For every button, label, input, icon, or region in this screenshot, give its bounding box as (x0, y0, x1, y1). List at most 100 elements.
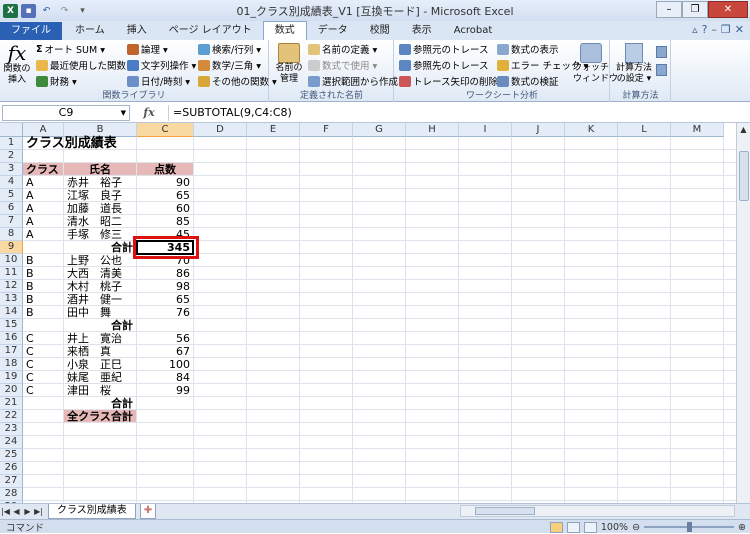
save-icon[interactable]: ▪ (21, 3, 36, 18)
cell-c6[interactable]: 60 (137, 202, 193, 215)
cell-c3[interactable]: 点数 (137, 163, 193, 176)
next-sheet-icon[interactable]: ▶ (22, 507, 33, 516)
cell-b18[interactable]: 小泉 正巳 (64, 358, 136, 371)
row-header-28[interactable]: 28 (0, 488, 23, 501)
cell-b16[interactable]: 井上 寛治 (64, 332, 136, 345)
customize-icon[interactable]: ▾ (75, 4, 90, 18)
cell-b10[interactable]: 上野 公也 (64, 254, 136, 267)
row-header-3[interactable]: 3 (0, 163, 23, 176)
cell-b11[interactable]: 大西 清美 (64, 267, 136, 280)
row-header-9[interactable]: 9 (0, 241, 23, 254)
cell-a7[interactable]: A (23, 215, 63, 228)
cell-a11[interactable]: B (23, 267, 63, 280)
row-header-5[interactable]: 5 (0, 189, 23, 202)
trace-dependents-button[interactable]: 参照先のトレース (399, 58, 489, 72)
row-header-7[interactable]: 7 (0, 215, 23, 228)
undo-icon[interactable]: ↶ (39, 4, 54, 18)
create-from-selection-button[interactable]: 選択範囲から作成 (308, 74, 398, 88)
cell-b17[interactable]: 来栖 真 (64, 345, 136, 358)
row-header-15[interactable]: 15 (0, 319, 23, 332)
row-header-12[interactable]: 12 (0, 280, 23, 293)
select-all-corner[interactable] (0, 123, 23, 137)
row-header-21[interactable]: 21 (0, 397, 23, 410)
cell-a20[interactable]: C (23, 384, 63, 397)
minimize-button[interactable]: – (656, 1, 682, 18)
column-header-f[interactable]: F (300, 123, 353, 137)
cell-c11[interactable]: 86 (137, 267, 193, 280)
cell-c5[interactable]: 65 (137, 189, 193, 202)
cell-c18[interactable]: 100 (137, 358, 193, 371)
tab-review[interactable]: 校閲 (359, 22, 401, 40)
cell-c12[interactable]: 98 (137, 280, 193, 293)
workbook-restore-icon[interactable]: ❐ (721, 23, 731, 36)
cell-b9[interactable]: 合計 (64, 241, 136, 254)
cell-a18[interactable]: C (23, 358, 63, 371)
tab-view[interactable]: 表示 (401, 22, 443, 40)
watch-window-button[interactable]: ウォッチ ウィンドウ (573, 42, 618, 85)
cell-a16[interactable]: C (23, 332, 63, 345)
calculation-options-button[interactable]: 計算方法 の設定 ▾ (614, 42, 654, 85)
prev-sheet-icon[interactable]: ◀ (11, 507, 22, 516)
formula-input[interactable]: =SUBTOTAL(9,C4:C8) (168, 104, 750, 121)
zoom-slider[interactable] (644, 522, 735, 532)
row-header-20[interactable]: 20 (0, 384, 23, 397)
cell-a8[interactable]: A (23, 228, 63, 241)
close-button[interactable]: ✕ (708, 1, 748, 18)
restore-button[interactable]: ❐ (682, 1, 708, 18)
tab-file[interactable]: ファイル (0, 22, 62, 40)
worksheet-grid[interactable]: A B C D E F G H I J K L M 1 2 3 4 5 6 7 8 9 10 11 12 13 14 15 16 17 18… (0, 123, 736, 503)
cell-a12[interactable]: B (23, 280, 63, 293)
cell-c4[interactable]: 90 (137, 176, 193, 189)
lookup-button[interactable]: 検索/行列 ▾ (198, 42, 261, 56)
last-sheet-icon[interactable]: ▶| (33, 507, 44, 516)
vertical-scrollbar[interactable]: ▲ (736, 123, 750, 503)
cell-c16[interactable]: 56 (137, 332, 193, 345)
row-header-22[interactable]: 22 (0, 410, 23, 423)
cell-b14[interactable]: 田中 舞 (64, 306, 136, 319)
row-header-1[interactable]: 1 (0, 137, 23, 150)
tab-page-layout[interactable]: ページ レイアウト (158, 22, 263, 40)
cell-b21[interactable]: 合計 (64, 397, 136, 410)
tab-formulas[interactable]: 数式 (262, 21, 307, 40)
text-functions-button[interactable]: 文字列操作 ▾ (127, 58, 196, 72)
column-header-k[interactable]: K (565, 123, 618, 137)
column-header-a[interactable]: A (23, 123, 64, 137)
row-header-23[interactable]: 23 (0, 423, 23, 436)
column-header-j[interactable]: J (512, 123, 565, 137)
cell-b5[interactable]: 江塚 良子 (64, 189, 136, 202)
tab-acrobat[interactable]: Acrobat (443, 22, 504, 40)
use-in-formula-button[interactable]: 数式で使用 ▾ (308, 58, 377, 72)
financial-button[interactable]: 財務 ▾ (36, 74, 77, 88)
math-trig-button[interactable]: 数学/三角 ▾ (198, 58, 261, 72)
sheet-tab-active[interactable]: クラス別成績表 (48, 504, 136, 519)
cell-a1[interactable]: クラス別成績表 (23, 137, 120, 150)
cell-b8[interactable]: 手塚 修三 (64, 228, 136, 241)
cell-a14[interactable]: B (23, 306, 63, 319)
row-header-6[interactable]: 6 (0, 202, 23, 215)
scroll-thumb[interactable] (739, 151, 749, 201)
cell-c14[interactable]: 76 (137, 306, 193, 319)
column-header-h[interactable]: H (406, 123, 459, 137)
insert-function-button[interactable]: fx 関数の 挿入 (2, 42, 32, 86)
cell-a13[interactable]: B (23, 293, 63, 306)
cell-b3[interactable]: 氏名 (64, 163, 136, 176)
cell-a19[interactable]: C (23, 371, 63, 384)
cell-c19[interactable]: 84 (137, 371, 193, 384)
column-header-c[interactable]: C (137, 123, 194, 137)
insert-function-fx-button[interactable]: fx (130, 106, 168, 119)
name-manager-button[interactable]: 名前の 管理 (273, 42, 305, 85)
calculate-sheet-icon[interactable] (656, 64, 667, 76)
tab-data[interactable]: データ (307, 22, 359, 40)
column-header-m[interactable]: M (671, 123, 724, 137)
row-header-25[interactable]: 25 (0, 449, 23, 462)
row-header-14[interactable]: 14 (0, 306, 23, 319)
column-header-i[interactable]: I (459, 123, 512, 137)
normal-view-icon[interactable] (549, 521, 563, 533)
page-break-view-icon[interactable] (583, 521, 597, 533)
row-header-26[interactable]: 26 (0, 462, 23, 475)
cell-b15[interactable]: 合計 (64, 319, 136, 332)
show-formulas-button[interactable]: 数式の表示 (497, 42, 559, 56)
cell-c13[interactable]: 65 (137, 293, 193, 306)
new-sheet-icon[interactable]: ✚ (139, 504, 157, 519)
row-header-8[interactable]: 8 (0, 228, 23, 241)
